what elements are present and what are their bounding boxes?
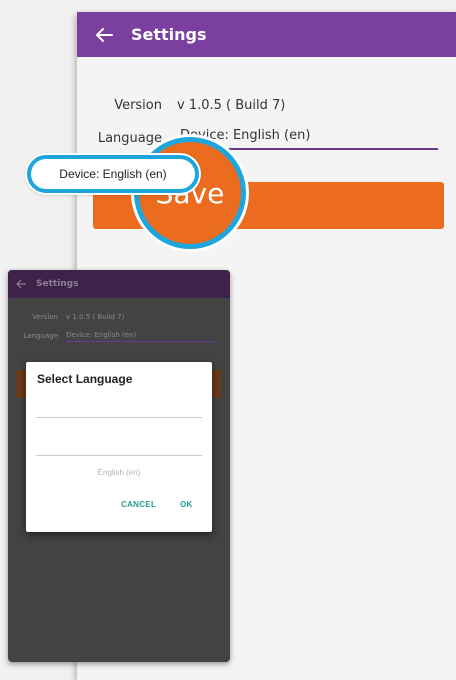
back-arrow-icon[interactable] [93,24,115,46]
dialog-title: Select Language [37,372,133,386]
dialog-divider [36,455,202,456]
dialog-divider [36,417,202,418]
app-bar: Settings [77,12,456,57]
phone-version-value: v 1.0.5 ( Build 7) [66,313,125,321]
version-value: v 1.0.5 ( Build 7) [177,97,286,113]
tutorial-stage: Settings Version v 1.0.5 ( Build 7) Lang… [0,0,456,680]
phone-version-label: Version [32,313,58,321]
version-label: Version [114,97,162,113]
language-label: Language [97,130,162,146]
language-option-device-english[interactable]: Device: English (en) [27,155,199,193]
phone-page-title: Settings [36,279,79,289]
cancel-button[interactable]: CANCEL [121,500,156,509]
phone-language-field: Device: English (en) [66,331,216,342]
phone-language-label: Language [23,332,58,340]
phone-back-arrow-icon [16,278,28,290]
phone-screenshot: Settings Version v 1.0.5 ( Build 7) Lang… [8,270,230,662]
version-row: Version v 1.0.5 ( Build 7) [77,96,456,114]
ok-button[interactable]: OK [180,500,193,509]
language-option-english[interactable]: English (en) [26,468,212,477]
phone-app-bar: Settings [8,270,230,298]
select-language-dialog: Select Language English (en) CANCEL OK [26,362,212,532]
page-title: Settings [131,25,207,44]
save-button-highlight[interactable]: Save [134,137,246,249]
language-row: Language Device: English (en) [77,126,456,150]
